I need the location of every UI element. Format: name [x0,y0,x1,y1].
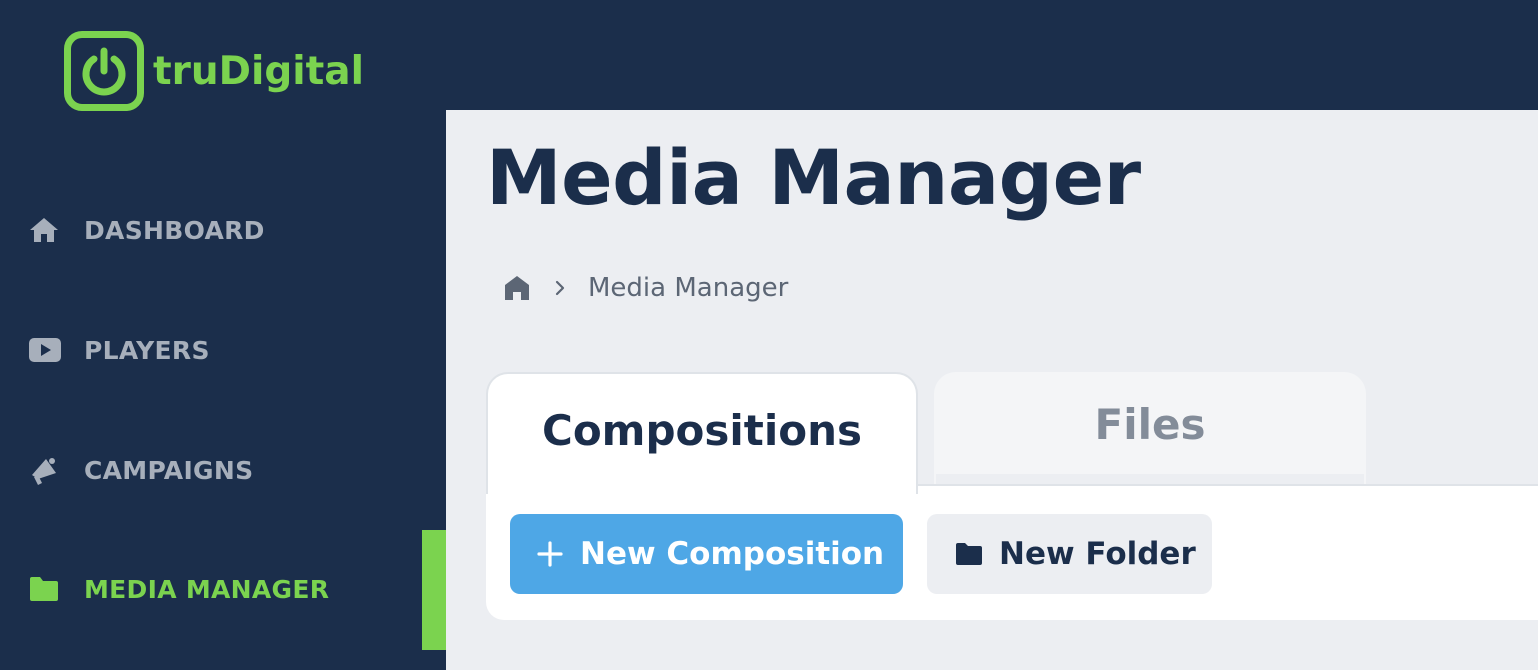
sidebar-item-campaigns[interactable]: CAMPAIGNS [28,450,253,490]
toolbar-panel: New Composition New Folder [486,484,1538,620]
new-composition-button[interactable]: New Composition [510,514,903,594]
play-icon [28,334,62,366]
sidebar-item-label: PLAYERS [84,335,210,365]
plus-icon [536,540,564,568]
sidebar-item-dashboard[interactable]: DASHBOARD [28,210,265,250]
tab-panel-join [488,482,916,488]
power-icon [64,31,144,111]
tab-files[interactable]: Files [934,372,1366,484]
tab-compositions[interactable]: Compositions [486,372,918,494]
sidebar-item-label: DASHBOARD [84,215,265,245]
sidebar: truDigital DASHBOARD PLAYERS CAMPAIGNS M… [0,0,446,670]
folder-icon [28,573,62,605]
breadcrumb: Media Manager [502,270,788,306]
sidebar-item-players[interactable]: PLAYERS [28,330,210,370]
page-title: Media Manager [486,133,1141,222]
megaphone-icon [28,454,62,486]
sidebar-item-label: MEDIA MANAGER [84,574,330,604]
brand-logo[interactable]: truDigital [64,31,364,111]
brand-name: truDigital [153,48,364,94]
home-icon [28,214,62,246]
new-folder-label: New Folder [999,536,1196,572]
chevron-right-icon [554,279,566,297]
new-folder-button[interactable]: New Folder [927,514,1212,594]
main-content: Media Manager Media Manager Compositions… [446,110,1538,670]
new-composition-label: New Composition [580,536,885,572]
folder-icon [955,542,983,566]
sidebar-item-media-manager[interactable]: MEDIA MANAGER [28,569,329,609]
active-indicator [422,530,446,650]
home-icon[interactable] [502,273,532,303]
sidebar-item-label: CAMPAIGNS [84,455,254,485]
breadcrumb-current: Media Manager [588,273,789,303]
